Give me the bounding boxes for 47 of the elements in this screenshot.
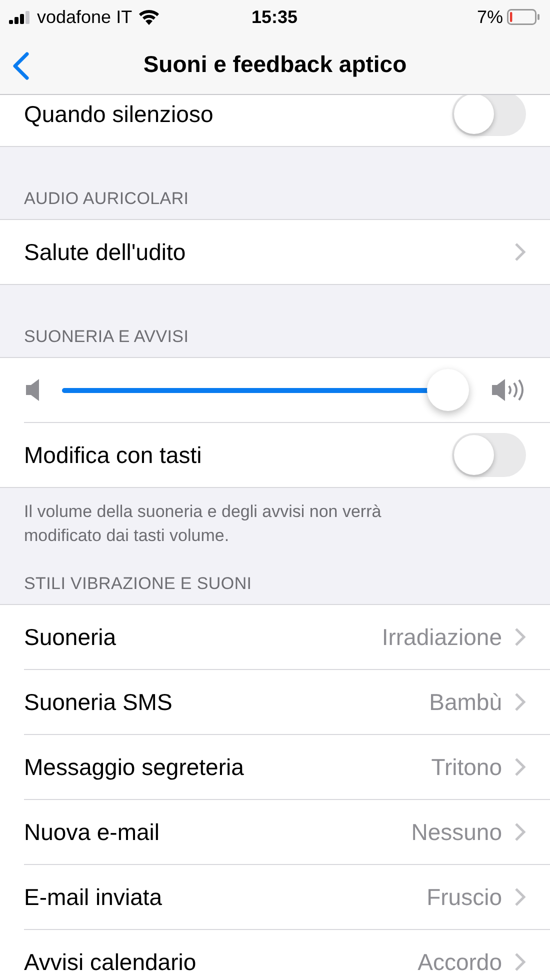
chevron-icon bbox=[514, 627, 526, 647]
toggle-switch[interactable] bbox=[452, 95, 526, 136]
row-label: Modifica con tasti bbox=[24, 442, 203, 468]
row-value: Accordo bbox=[418, 948, 502, 976]
chevron-icon bbox=[514, 952, 526, 972]
settings-row[interactable]: Salute dell'udito bbox=[24, 220, 550, 284]
battery-percent: 7% bbox=[477, 6, 504, 28]
row-label: E-mail inviata bbox=[24, 884, 164, 910]
row-label: Nuova e-mail bbox=[24, 818, 160, 846]
settings-row[interactable]: Messaggio segreteria Tritono bbox=[24, 734, 550, 799]
settings-row[interactable]: Avvisi calendario Accordo bbox=[24, 929, 550, 979]
carrier-name: vodafone IT bbox=[37, 6, 132, 28]
chevron-icon bbox=[514, 242, 526, 262]
chevron-icon bbox=[514, 887, 526, 907]
row-label: Suoneria bbox=[24, 624, 118, 650]
status-time: 15:35 bbox=[251, 6, 298, 28]
wifi-icon bbox=[138, 9, 160, 25]
speaker-icon bbox=[24, 377, 42, 403]
row-value: Bambù bbox=[429, 688, 502, 716]
settings-row[interactable]: E-mail inviata Fruscio bbox=[24, 864, 550, 929]
chevron-icon bbox=[514, 692, 526, 712]
signal-icon bbox=[9, 10, 31, 24]
row-value: Nessuno bbox=[411, 818, 502, 846]
row-value: Irradiazione bbox=[382, 624, 502, 650]
section-header: SUONERIA E AVVISI bbox=[23, 327, 190, 348]
settings-row[interactable]: Suoneria SMS Bambù bbox=[24, 669, 550, 734]
section-header: STILI VIBRAZIONE E SUONI bbox=[23, 574, 253, 595]
section-header: AUDIO AURICOLARI bbox=[23, 189, 190, 210]
battery-icon bbox=[507, 9, 540, 25]
row-label: Quando silenzioso bbox=[24, 100, 214, 128]
volume-slider[interactable] bbox=[62, 369, 468, 411]
row-label: Avvisi calendario bbox=[24, 948, 198, 976]
speaker-loud-icon bbox=[490, 377, 526, 403]
section-footer: Il volume della suoneria e degli avvisi non verrà modificato dai tasti volume. bbox=[0, 488, 550, 548]
row-label: Suoneria SMS bbox=[24, 688, 174, 716]
settings-row[interactable]: Suoneria Irradiazione bbox=[24, 605, 550, 669]
page-title: Suoni e feedback aptico bbox=[143, 50, 407, 78]
row-value: Fruscio bbox=[426, 884, 502, 910]
chevron-icon bbox=[514, 757, 526, 777]
row-label: Salute dell'udito bbox=[24, 238, 187, 266]
row-label: Messaggio segreteria bbox=[24, 754, 245, 780]
back-chevron-icon bbox=[12, 52, 30, 80]
toggle-switch[interactable] bbox=[452, 433, 526, 477]
chevron-icon bbox=[514, 822, 526, 842]
slider-thumb[interactable] bbox=[426, 369, 469, 411]
settings-row[interactable]: Nuova e-mail Nessuno bbox=[24, 799, 550, 864]
row-value: Tritono bbox=[431, 754, 502, 780]
